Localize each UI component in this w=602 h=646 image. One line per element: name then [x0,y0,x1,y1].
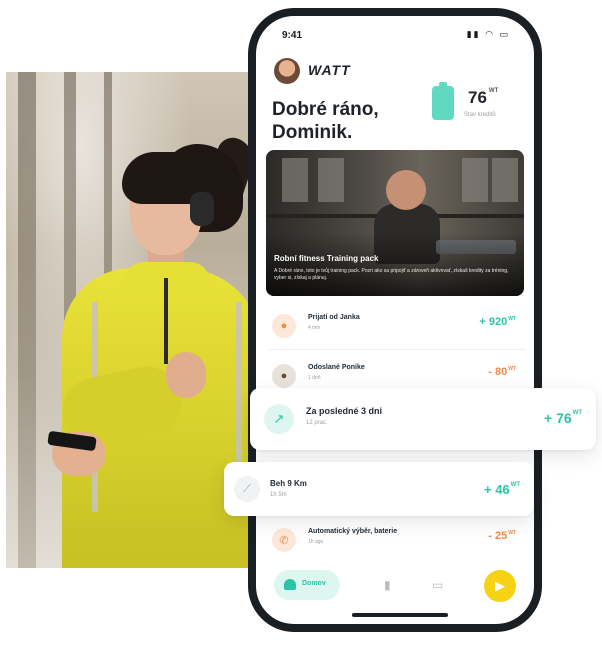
avatar-icon: ● [272,364,296,388]
wallet-icon[interactable]: ▭ [432,578,443,592]
gym-window [492,158,518,202]
amount-value: + 76 [544,410,572,426]
greeting-line: Dobré ráno, [272,99,379,120]
hero-title: Robní fitness Training pack [274,254,379,263]
item-title: Prijatí od Janka [308,314,360,321]
amount-value: - 25 [488,530,508,542]
item-subtitle: 1h ago [308,539,324,545]
item-amount: + 920WT [479,316,516,328]
amount-unit: WT [572,410,582,416]
run-subtitle: 1h 5m [270,492,287,498]
item-subtitle: 1 deň [308,375,321,381]
run-title: Beh 9 Km [270,479,307,488]
amount-value: - 80 [488,366,508,378]
runner-photo [6,72,254,568]
status-time: 9:41 [282,30,303,41]
item-amount: - 80WT [488,366,516,378]
phone-icon: ✆ [272,528,296,552]
home-icon [284,579,296,590]
balance-label: Stav kreditů [464,112,496,118]
status-bar: 9:41 ▮▮ ◠ ▭ [256,16,534,50]
signal-wifi-battery-icon: ▮▮ ◠ ▭ [466,29,510,39]
background-tree [18,72,36,568]
hero-description: A Dobré ráno, toto je tvůj training pack… [274,268,509,281]
headphone-icon [190,192,214,226]
hero-overlay [266,232,524,296]
period-subtitle: 12 prac. [306,420,328,426]
amount-unit: WT [508,366,516,372]
app-screen: 9:41 ▮▮ ◠ ▭ WATT Dobré ráno, Dominik. 76… [256,16,534,624]
nav-home-button[interactable]: Domov [274,570,340,600]
jacket-zipper [164,278,168,364]
avatar-icon: ● [272,314,296,338]
amount-value: + 46 [484,482,510,497]
hand [166,352,206,398]
gym-window [462,158,488,202]
greeting: Dobré ráno, Dominik. [272,98,412,144]
trend-icon: ↗ [264,404,294,434]
period-summary-card[interactable]: ↗ Za posledné 3 dni 12 prac. + 76WT [250,388,596,450]
balance-value[interactable]: 76 WT [468,88,498,108]
nav-home-label: Domov [302,580,326,587]
item-amount: - 25WT [488,530,516,542]
balance-unit: WT [488,88,499,94]
period-title: Za posledné 3 dni [306,406,383,416]
amount-unit: WT [508,530,516,536]
home-indicator [352,613,448,617]
gym-window [282,158,308,202]
item-title: Odoslané Ponike [308,364,365,371]
athlete-head [386,170,426,210]
bottom-navigation: Domov ▮ ▭ ▶ [256,564,534,614]
play-button[interactable]: ▶ [484,570,516,602]
item-title: Automatický výběr, baterie [308,528,398,535]
user-avatar[interactable] [274,58,300,84]
list-item[interactable]: ● Prijatí od Janka 4 min + 920WT [268,304,526,350]
amount-unit: WT [510,482,520,488]
battery-icon [432,82,454,120]
divider [268,349,526,350]
gym-window [318,158,344,202]
run-icon: ⟋ [234,476,260,502]
battery-nav-icon[interactable]: ▮ [384,578,391,592]
period-amount: + 76WT [544,410,582,426]
training-pack-card[interactable]: Robní fitness Training pack A Dobré ráno… [266,150,524,296]
amount-unit: WT [508,316,516,322]
balance-amount: 76 [468,88,487,107]
greeting-name: Dominik. [272,122,353,143]
run-activity-card[interactable]: ⟋ Beh 9 Km 1h 5m + 46WT [224,462,534,516]
brand-logo: WATT [308,62,351,78]
run-amount: + 46WT [484,482,520,497]
item-subtitle: 4 min [308,325,321,331]
phone-frame: 9:41 ▮▮ ◠ ▭ WATT Dobré ráno, Dominik. 76… [248,8,542,632]
list-item[interactable]: ✆ Automatický výběr, baterie 1h ago - 25… [268,518,526,564]
amount-value: + 920 [479,316,508,328]
